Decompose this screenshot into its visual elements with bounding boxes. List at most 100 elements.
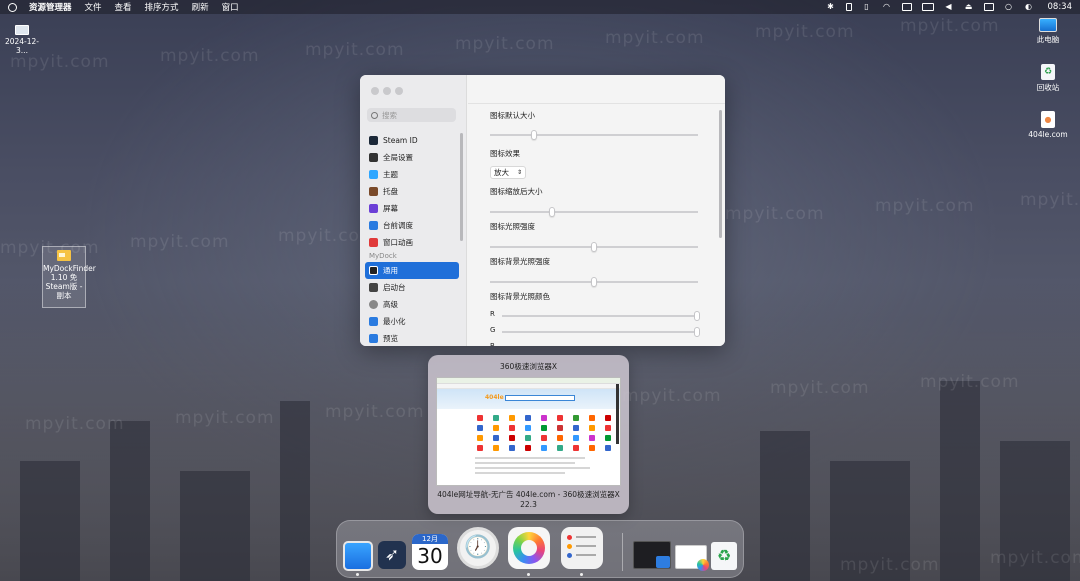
nav-item-label: 屏幕 [383,204,398,213]
nav-item-screen[interactable]: 屏幕 [365,200,459,217]
zoom-button[interactable] [395,87,403,95]
nav-item-window-animation[interactable]: 窗口动画 [365,234,459,251]
nav-item-label: 窗口动画 [383,238,413,247]
window-anim-icon [369,238,378,247]
zoom-size-slider[interactable] [490,207,698,217]
desktop-icon-label: 404le.com [1028,130,1068,139]
clock-icon[interactable]: 🕖 [457,527,499,569]
desktop-icon-recycle-bin[interactable]: ♻ 回收站 [1030,64,1066,93]
user-icon[interactable] [983,3,994,11]
nav-item-stage-manager[interactable]: 台前调度 [365,217,459,234]
r-slider[interactable] [502,311,700,321]
watermark: mpyit.com [325,402,425,422]
dock: ➶ 12月 30 🕖 ♻ [336,520,744,578]
wifi-icon[interactable]: ◠ [882,3,892,11]
thumb-icon-grid [437,409,620,451]
battery-icon[interactable] [845,3,852,11]
nav-item-minimize[interactable]: 最小化 [365,313,459,330]
watermark: mpyit.com [305,40,405,60]
terminal-icon[interactable] [633,541,671,569]
nav-item-general[interactable]: 通用 [365,262,459,279]
menubar-clock[interactable]: 08:34 [1048,2,1073,12]
rocket-icon[interactable]: ➶ [378,541,406,569]
close-button[interactable] [371,87,379,95]
web-file-icon: ● [1041,111,1055,128]
nav-item-preview[interactable]: 预览 [365,330,459,346]
search-icon[interactable]: ○ [1004,3,1014,11]
vr-icon[interactable] [921,3,934,11]
nav-item-theme[interactable]: 主题 [365,166,459,183]
stage-icon [369,221,378,230]
g-slider[interactable] [502,327,700,337]
nav-item-launchpad[interactable]: 启动台 [365,279,459,296]
nav-item-steam-id[interactable]: Steam ID [365,132,459,149]
sidebar-scrollbar[interactable] [460,133,463,241]
menu-bar: 资源管理器 文件 查看 排序方式 刷新 窗口 ✱ ▯ ◠ ◀ ⏏ ○ ◐ 08:… [0,0,1080,14]
desktop-icon-mydockfinder[interactable]: MyDockFinder 1.10 免Steam版 - 副本 [42,246,96,308]
nav-item-label: 全局设置 [383,153,413,162]
finder-mini-icon [656,556,670,568]
search-input[interactable]: 搜索 [367,108,456,122]
window-controls [371,87,403,95]
desktop-icon-404le[interactable]: ● 404le.com [1026,111,1070,139]
dock-divider [622,533,623,571]
content-scrollbar[interactable] [719,110,722,238]
watermark: mpyit.com [920,372,1020,392]
desktop-icon-label: 2024-12-3... [4,37,40,55]
chrome-icon[interactable] [508,527,550,569]
running-indicator [356,573,359,576]
reminders-icon[interactable] [561,527,603,569]
window-preview[interactable]: 360极速浏览器X 404le 404le网址导航-无广告 404le.com … [428,355,629,514]
finder-icon[interactable] [343,541,373,571]
system-logo-icon[interactable] [8,2,17,12]
menu-app-name[interactable]: 资源管理器 [29,1,72,13]
icon-effect-select[interactable]: 放大 ⇕ [490,166,526,179]
nav-item-label: 高级 [383,300,398,309]
nav-item-tray[interactable]: 托盘 [365,183,459,200]
menu-file[interactable]: 文件 [85,1,102,13]
watermark: mpyit.com [10,52,110,72]
preview-icon [369,334,378,343]
nav-item-label: Steam ID [383,136,418,145]
light-slider[interactable] [490,242,698,252]
browser-icon[interactable] [675,545,709,571]
watermark: mpyit.com [130,232,230,252]
preview-caption: 404le网址导航-无广告 404le.com - 360极速浏览器X 22.3 [437,490,620,509]
search-placeholder: 搜索 [382,110,397,120]
volume-icon[interactable]: ◀ [944,3,954,11]
menu-sort[interactable]: 排序方式 [145,1,179,13]
watermark: mpyit.com [875,196,975,216]
control-center-icon[interactable]: ◐ [1024,3,1034,11]
icon-effect-value: 放大 [494,168,509,177]
calendar-icon[interactable]: 12月 30 [412,534,448,570]
nav-item-global-settings[interactable]: 全局设置 [365,149,459,166]
computer-icon [15,25,29,35]
recycle-bin-icon: ♻ [1041,64,1055,80]
watermark: mpyit.com [175,408,275,428]
nav-item-advanced[interactable]: 高级 [365,296,459,313]
light-label: 图标光照强度 [490,222,535,231]
general-icon [369,266,378,275]
eject-icon[interactable]: ⏏ [964,3,974,11]
menu-refresh[interactable]: 刷新 [192,1,209,13]
calendar-month: 12月 [412,534,448,544]
phone-icon[interactable]: ▯ [862,3,872,11]
watermark: mpyit.com [990,548,1080,568]
minimize-button[interactable] [383,87,391,95]
recycle-bin-icon[interactable]: ♻ [711,542,737,570]
tray-icon [369,187,378,196]
bluetooth-icon[interactable]: ✱ [826,3,836,11]
desktop-icon-this-pc[interactable]: 此电脑 [1030,18,1066,45]
nav-item-label: 主题 [383,170,398,179]
bg-light-slider[interactable] [490,277,698,287]
desktop-icon-folder[interactable]: 2024-12-3... [2,25,42,55]
calendar-day: 30 [417,544,443,568]
icon-size-slider[interactable] [490,130,698,140]
menu-view[interactable]: 查看 [115,1,132,13]
menu-window[interactable]: 窗口 [222,1,239,13]
nav-item-label: 启动台 [383,283,406,292]
r-label: R [490,310,495,318]
thumb-brand: 404le [485,394,504,401]
nav-section-mydock: MyDock [369,252,397,260]
display-icon[interactable] [901,3,912,11]
